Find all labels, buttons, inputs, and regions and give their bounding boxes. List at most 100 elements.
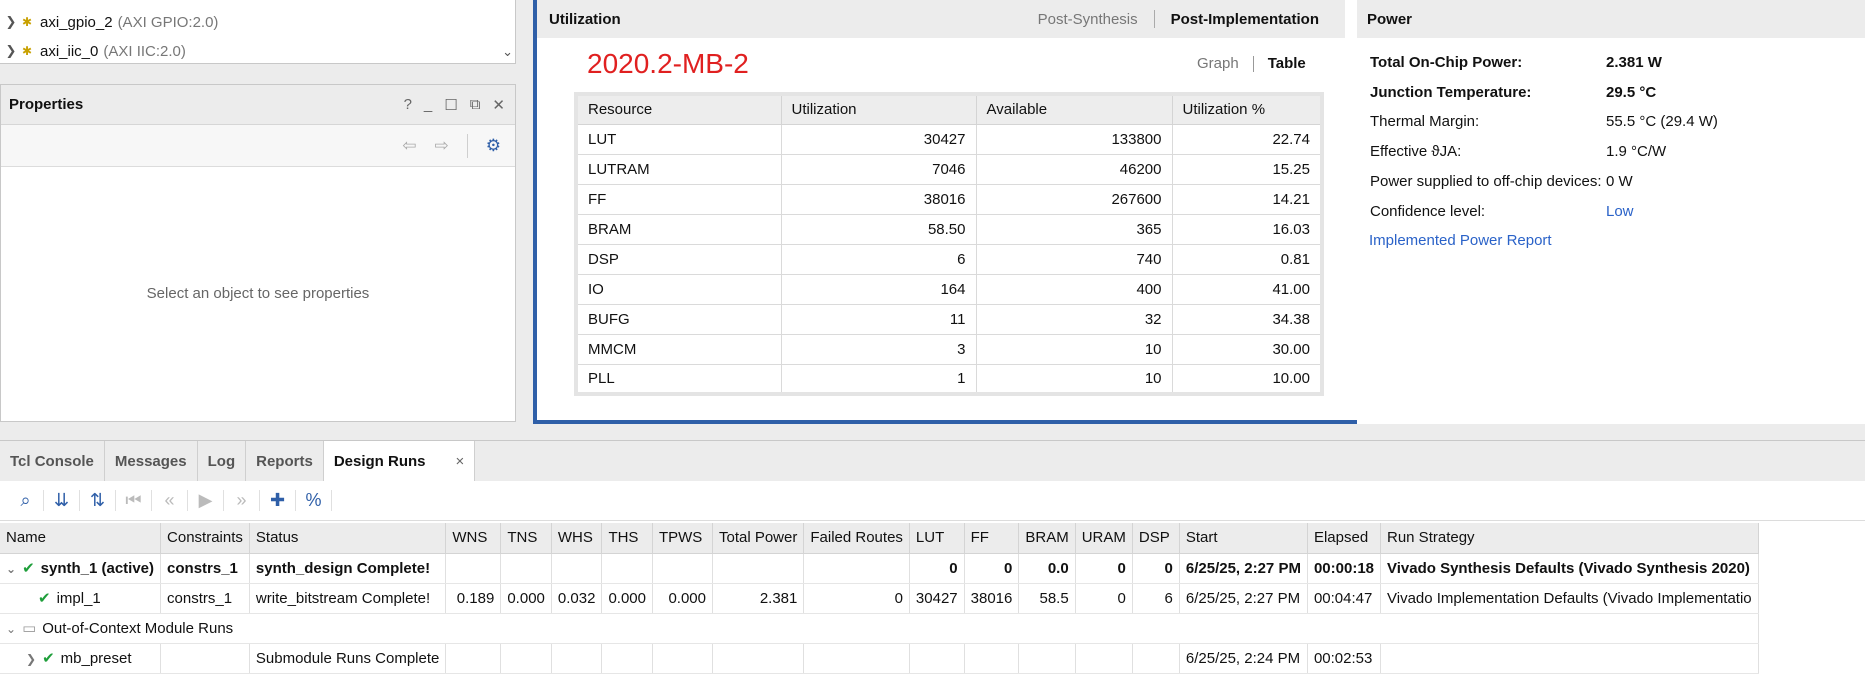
tab-post-synthesis[interactable]: Post-Synthesis [1038,11,1138,28]
view-graph-link[interactable]: Graph [1197,55,1239,72]
properties-panel: Properties ? _ ☐ ⧉ ✕ ⇦ ⇨ ⚙ Select an obj… [0,84,516,422]
chevron-down-icon[interactable]: ⌄ [6,622,16,636]
chevron-down-icon[interactable]: ⌄ [502,44,513,60]
tab-divider [1153,10,1155,28]
column-header[interactable]: Failed Routes [803,523,910,554]
table-cell: 0.81 [1171,243,1323,275]
column-header[interactable]: FF [964,523,1020,554]
table-cell [1075,643,1133,674]
gear-icon[interactable]: ⚙ [486,136,501,156]
table-cell: 6 [780,243,977,275]
back-arrow-icon[interactable]: ⇦ [402,136,416,156]
maximize-icon[interactable]: ☐ [444,96,457,114]
expand-all-icon[interactable]: ⇅ [80,490,116,511]
table-row[interactable]: BRAM 58.50 365 16.03 [575,213,1323,245]
close-icon[interactable]: ✕ [492,96,505,114]
table-cell: 30427 [909,583,965,614]
confidence-level-link[interactable]: Low [1606,203,1634,220]
column-header[interactable]: Total Power [712,523,805,554]
close-icon[interactable]: × [456,453,465,470]
help-icon[interactable]: ? [404,96,412,114]
utilization-table: Resource Utilization Available Utilizati… [574,92,1324,396]
bottom-tab-bar: Tcl Console Messages Log Reports Design … [0,441,1865,481]
table-cell: IO [575,273,782,305]
table-row[interactable]: LUT 30427 133800 22.74 [575,123,1323,155]
collapse-all-icon[interactable]: ⇊ [44,490,80,511]
tab-log[interactable]: Log [198,441,247,481]
table-cell: 6/25/25, 2:27 PM [1179,583,1308,614]
power-row: Total On-Chip Power: 2.381 W [1370,54,1662,71]
tab-tcl-console[interactable]: Tcl Console [0,441,105,481]
column-header[interactable]: Elapsed [1307,523,1382,554]
table-row[interactable]: BUFG 11 32 34.38 [575,303,1323,335]
tree-item[interactable]: ❯ ✱ axi_gpio_2 (AXI GPIO:2.0) [0,8,219,36]
previous-icon[interactable]: « [152,490,188,511]
column-header[interactable]: Utilization % [1171,93,1323,125]
table-row[interactable]: DSP 6 740 0.81 [575,243,1323,275]
group-row-label[interactable]: ⌄ ▭ Out-of-Context Module Runs [0,613,1759,644]
checkmark-icon: ✔ [22,560,35,577]
power-report-link[interactable]: Implemented Power Report [1369,232,1552,249]
tree-item[interactable]: ❯ ✱ axi_iic_0 (AXI IIC:2.0) [0,37,186,65]
table-cell: 41.00 [1171,273,1323,305]
table-row[interactable]: LUTRAM 7046 46200 15.25 [575,153,1323,185]
toolbar-divider [466,133,468,158]
column-header[interactable]: URAM [1075,523,1133,554]
tab-design-runs[interactable]: Design Runs × [323,441,476,481]
percent-icon[interactable]: % [296,490,332,511]
view-table-link[interactable]: Table [1268,55,1306,72]
column-header[interactable]: Run Strategy [1380,523,1759,554]
add-icon[interactable]: ✚ [260,490,296,511]
column-header[interactable]: Available [975,93,1173,125]
chevron-down-icon[interactable]: ⌄ [6,562,16,576]
minimize-icon[interactable]: _ [424,96,432,114]
tab-messages[interactable]: Messages [105,441,198,481]
table-cell [803,553,910,584]
column-header[interactable]: TPWS [652,523,713,554]
column-header[interactable]: Constraints [160,523,250,554]
chevron-right-icon[interactable]: ❯ [0,43,22,59]
table-cell: 14.21 [1171,183,1323,215]
table-cell: 0 [1075,553,1133,584]
chevron-right-icon[interactable]: ❯ [0,14,22,30]
table-row[interactable]: ⌄ ▭ Out-of-Context Module Runs [0,613,1759,644]
float-icon[interactable]: ⧉ [470,96,481,114]
table-row[interactable]: ❯ ✔ mb_preset Submodule Runs Complete 6/25/2… [0,643,1759,674]
chevron-right-icon[interactable]: ❯ [26,652,36,666]
table-cell: 0 [909,553,965,584]
table-row[interactable]: PLL 1 10 10.00 [575,363,1323,395]
search-icon[interactable]: ⌕ [8,490,44,511]
column-header[interactable]: Start [1179,523,1308,554]
table-row[interactable]: IO 164 400 41.00 [575,273,1323,305]
column-header[interactable]: THS [601,523,653,554]
column-header[interactable]: Status [249,523,447,554]
column-header[interactable]: WNS [445,523,502,554]
forward-arrow-icon[interactable]: ⇨ [435,136,449,156]
tab-reports[interactable]: Reports [246,441,324,481]
column-header[interactable]: TNS [500,523,552,554]
power-panel: Power Total On-Chip Power: 2.381 W Juncti… [1357,0,1865,424]
column-header[interactable]: DSP [1132,523,1180,554]
column-header[interactable]: Resource [575,93,782,125]
table-cell: Vivado Implementation Defaults (Vivado I… [1380,583,1759,614]
table-row[interactable]: MMCM 3 10 30.00 [575,333,1323,365]
column-header[interactable]: Name [0,523,162,554]
first-icon[interactable]: ⏮ [116,490,152,511]
power-title: Power [1357,0,1865,38]
column-header[interactable]: Utilization [780,93,977,125]
table-header-row: Resource Utilization Available Utilizati… [575,93,1323,125]
table-cell [500,643,552,674]
utilization-header: Utilization Post-Synthesis Post-Implemen… [537,0,1345,38]
next-icon[interactable]: » [224,490,260,511]
play-icon[interactable]: ▶ [188,490,224,511]
column-header[interactable]: LUT [909,523,965,554]
tab-post-implementation[interactable]: Post-Implementation [1171,11,1319,28]
table-cell: 58.5 [1018,583,1076,614]
table-row[interactable]: FF 38016 267600 14.21 [575,183,1323,215]
table-cell [445,643,502,674]
column-header[interactable]: BRAM [1018,523,1076,554]
design-runs-table: Name Constraints Status WNS TNS WHS THS TPWS Tot… [0,523,1759,674]
table-row[interactable]: ⌄ ✔ synth_1 (active) constrs_1 synth_design … [0,553,1759,584]
column-header[interactable]: WHS [551,523,603,554]
table-row[interactable]: ✔ impl_1 constrs_1 write_bitstream Complete… [0,583,1759,614]
